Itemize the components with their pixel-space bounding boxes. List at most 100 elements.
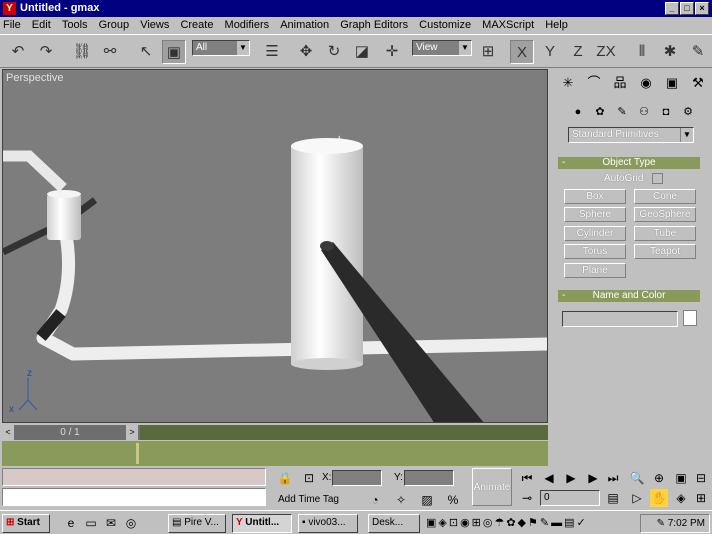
undo-icon[interactable]: ↶ [6, 40, 30, 64]
go-to-start-icon[interactable]: ⏮ [518, 469, 536, 487]
autogrid-checkbox[interactable] [652, 173, 663, 184]
select-by-name-icon[interactable]: ☰ [260, 40, 284, 64]
category-dropdown[interactable]: Standard Primitives ▼ [568, 127, 694, 143]
task-gmax[interactable]: Y Untitl... [232, 514, 292, 533]
time-slider[interactable]: < 0 / 1 > [2, 425, 548, 440]
arc-rotate-icon[interactable]: ◈ [672, 489, 690, 507]
teapot-button[interactable]: Teapot [634, 244, 696, 259]
align-icon[interactable]: ✱ [658, 40, 682, 64]
geometry-icon[interactable]: ● [566, 101, 590, 123]
maxscript-listener-input[interactable] [2, 468, 266, 486]
time-next-icon[interactable]: > [126, 425, 138, 440]
redo-icon[interactable]: ↷ [34, 40, 58, 64]
name-color-rollout-header[interactable]: - Name and Color [558, 290, 700, 302]
next-frame-icon[interactable]: ▶ [584, 469, 602, 487]
menu-file[interactable]: File [0, 17, 24, 33]
cameras-icon[interactable]: ⚇ [632, 101, 656, 123]
modify-tab-icon[interactable]: ⌒ [582, 72, 606, 94]
tube-button[interactable]: Tube [634, 226, 696, 241]
ie-icon[interactable]: e [62, 514, 80, 532]
utilities-tab-icon[interactable]: ⚒ [686, 72, 710, 94]
percent-snap-icon[interactable]: % [444, 491, 462, 509]
menu-group[interactable]: Group [96, 17, 133, 33]
shapes-icon[interactable]: ✿ [588, 101, 612, 123]
menu-help[interactable]: Help [542, 17, 571, 33]
time-config-icon[interactable]: ▤ [604, 489, 622, 507]
torus-button[interactable]: Torus [564, 244, 626, 259]
sphere-button[interactable]: Sphere [564, 207, 626, 222]
task-vivo[interactable]: ▪ vivo03... [298, 514, 358, 533]
helpers-icon[interactable]: ◘ [654, 101, 678, 123]
viewport-label[interactable]: Perspective [6, 72, 63, 84]
cone-button[interactable]: Cone [634, 189, 696, 204]
task-pire[interactable]: ▤ Pire V... [168, 514, 226, 533]
box-button[interactable]: Box [564, 189, 626, 204]
menu-tools[interactable]: Tools [59, 17, 91, 33]
region-select-icon[interactable]: ▣ [162, 40, 186, 64]
key-mode-icon[interactable]: ⊸ [518, 489, 536, 507]
scale-icon[interactable]: ◪ [350, 40, 374, 64]
rotate-icon[interactable]: ↻ [322, 40, 346, 64]
angle-snap-icon[interactable]: ▨ [418, 491, 436, 509]
maximize-button[interactable]: □ [680, 2, 694, 15]
object-color-swatch[interactable] [683, 310, 697, 326]
lock-selection-icon[interactable]: 🔒 [276, 469, 294, 487]
plane-button[interactable]: Plane [564, 263, 626, 278]
menu-modifiers[interactable]: Modifiers [222, 17, 273, 33]
media-icon[interactable]: ◎ [122, 514, 140, 532]
time-slider-thumb[interactable]: 0 / 1 [14, 425, 126, 440]
mirror-icon[interactable]: ⫴ [630, 40, 654, 64]
degradation-icon[interactable]: ◔ [366, 491, 384, 509]
pivot-icon[interactable]: ✛ [380, 40, 404, 64]
perspective-viewport[interactable]: + Perspective z x [2, 69, 548, 423]
start-button[interactable]: ⊞ Start [2, 514, 50, 533]
menu-maxscript[interactable]: MAXScript [479, 17, 537, 33]
play-icon[interactable]: ▶ [562, 469, 580, 487]
add-time-tag-label[interactable]: Add Time Tag [278, 494, 339, 505]
zoom-extents-all-icon[interactable]: ⊟ [692, 469, 710, 487]
menu-customize[interactable]: Customize [416, 17, 474, 33]
object-name-input[interactable] [562, 311, 678, 327]
geosphere-button[interactable]: GeoSphere [634, 207, 696, 222]
lights-icon[interactable]: ✎ [610, 101, 634, 123]
prev-frame-icon[interactable]: ◀ [540, 469, 558, 487]
create-tab-icon[interactable]: ✳ [556, 72, 580, 94]
maximize-viewport-icon[interactable]: ⊞ [692, 489, 710, 507]
systems-icon[interactable]: ⚙ [676, 101, 700, 123]
small-cylinder[interactable] [47, 194, 81, 240]
zoom-all-icon[interactable]: ⊕ [650, 469, 668, 487]
current-frame-field[interactable]: 0 [540, 490, 600, 506]
zoom-icon[interactable]: 🔍 [628, 469, 646, 487]
axis-y-button[interactable]: Y [538, 40, 562, 64]
axis-zx-button[interactable]: ZX [594, 40, 618, 64]
fov-icon[interactable]: ▷ [628, 489, 646, 507]
task-desktop[interactable]: Desk... [368, 514, 420, 533]
menu-create[interactable]: Create [177, 17, 216, 33]
object-type-rollout-header[interactable]: - Object Type [558, 157, 700, 169]
pivot-center-icon[interactable]: ⊞ [476, 40, 500, 64]
axis-z-button[interactable]: Z [566, 40, 590, 64]
select-object-icon[interactable]: ↖ [134, 40, 158, 64]
track-bar[interactable] [2, 441, 548, 466]
menu-views[interactable]: Views [137, 17, 172, 33]
menu-edit[interactable]: Edit [29, 17, 54, 33]
menu-animation[interactable]: Animation [277, 17, 332, 33]
absolute-mode-icon[interactable]: ⊡ [300, 469, 318, 487]
tray-icon[interactable]: ✎ [657, 518, 665, 529]
snap-icon[interactable]: ✧ [392, 491, 410, 509]
time-prev-icon[interactable]: < [2, 425, 14, 440]
cylinder-button[interactable]: Cylinder [564, 226, 626, 241]
ref-coord-dropdown[interactable]: View ▼ [412, 40, 472, 56]
select-link-icon[interactable]: ⛓ [70, 40, 94, 64]
hierarchy-tab-icon[interactable]: 品 [608, 72, 632, 94]
unlink-icon[interactable]: ⚯ [98, 40, 122, 64]
go-to-end-icon[interactable]: ⏭ [604, 469, 622, 487]
close-button[interactable]: × [695, 2, 709, 15]
selection-filter-dropdown[interactable]: All ▼ [192, 40, 250, 56]
motion-tab-icon[interactable]: ◉ [634, 72, 658, 94]
menu-graph-editors[interactable]: Graph Editors [337, 17, 411, 33]
zoom-extents-icon[interactable]: ▣ [672, 469, 690, 487]
pan-icon[interactable]: ✋ [650, 489, 668, 507]
x-coord-field[interactable] [332, 470, 382, 486]
material-icon[interactable]: ✎ [686, 40, 710, 64]
